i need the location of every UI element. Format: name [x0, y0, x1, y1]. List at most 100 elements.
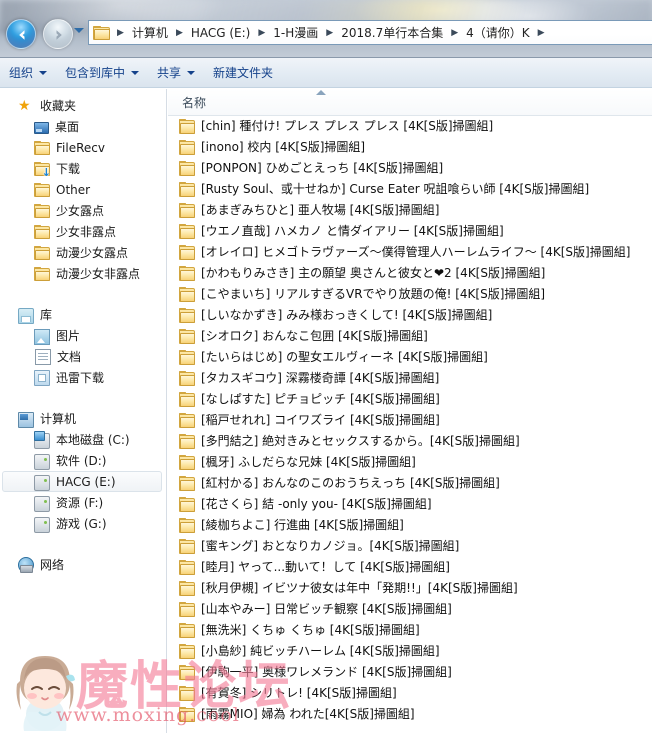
file-list-item[interactable]: [小島紗] 純ビッチハーレム [4K[S版]掃圖組] — [168, 641, 652, 662]
folder-icon — [179, 308, 195, 323]
file-list-item[interactable]: [あまぎみちひと] 亜人牧場 [4K[S版]掃圖組] — [168, 200, 652, 221]
navigation-pane[interactable]: ★ 收藏夹 桌面 FileRecv 下载 — [0, 89, 167, 733]
file-list-item[interactable]: [蜜キング] おとなりカノジョ。[4K[S版]掃圖組] — [168, 536, 652, 557]
file-list-item-label: [かわもりみさき] 主の願望 奥さんと彼女と❤2 [4K[S版]掃圖組] — [201, 266, 546, 280]
nav-item-other[interactable]: Other — [0, 179, 166, 200]
nav-section-libraries: 库 图片 文档 迅雷下载 — [0, 304, 166, 388]
file-list-item[interactable]: [しいなかずき] みみ様おっきくして! [4K[S版]掃圖組] — [168, 305, 652, 326]
file-list-item-label: [稲戸せれれ] コイワズライ [4K[S版]掃圖組] — [201, 413, 440, 427]
nav-root-computer[interactable]: 计算机 — [0, 408, 166, 429]
nav-item-drive-e[interactable]: HACG (E:) — [2, 471, 162, 492]
nav-item-desktop[interactable]: 桌面 — [0, 116, 166, 137]
file-list-item[interactable]: [たいらはじめ] の聖女エルヴィーネ [4K[S版]掃圖組] — [168, 347, 652, 368]
file-list-item[interactable]: [PONPON] ひめごとえっち [4K[S版]掃圖組] — [168, 158, 652, 179]
breadcrumb-item-drive[interactable]: HACG (E:) — [188, 22, 254, 43]
file-list-item[interactable]: [雨霧MIO] 婦為 われた[4K[S版]掃圖組] — [168, 704, 652, 725]
folder-icon — [179, 413, 195, 428]
file-list-item[interactable]: [紅村かる] おんなのこのおうちえっち [4K[S版]掃圖組] — [168, 473, 652, 494]
folder-icon — [34, 246, 50, 260]
nav-item-drive-f[interactable]: 资源 (F:) — [0, 492, 166, 513]
nav-item-dongman-loudian[interactable]: 动漫少女露点 — [0, 242, 166, 263]
breadcrumb-separator-last[interactable]: ▶ — [533, 28, 550, 38]
nav-item-dongman-feiloudian[interactable]: 动漫少女非露点 — [0, 263, 166, 284]
file-list-item[interactable]: [chin] 種付け! プレス プレス プレス [4K[S版]掃圖組] — [168, 116, 652, 137]
nav-item-documents[interactable]: 文档 — [0, 346, 166, 367]
nav-item-downloads[interactable]: 下载 — [0, 158, 166, 179]
organize-button[interactable]: 组织 — [0, 61, 56, 85]
file-list-item[interactable]: [楓牙] ふしだらな兄妹 [4K[S版]掃圖組] — [168, 452, 652, 473]
file-list-item[interactable]: [なしぱすた] ピチョピッチ [4K[S版]掃圖組] — [168, 389, 652, 410]
nav-item-drive-g-label: 游戏 (G:) — [56, 517, 107, 531]
folder-icon — [179, 329, 195, 344]
file-list-item[interactable]: [綾枷ちよこ] 行進曲 [4K[S版]掃圖組] — [168, 515, 652, 536]
file-list-pane[interactable]: 名称 [chin] 種付け! プレス プレス プレス [4K[S版]掃圖組] [i… — [168, 89, 652, 733]
file-list-item[interactable]: [無洗米] くちゅ くちゅ [4K[S版]掃圖組] — [168, 620, 652, 641]
breadcrumb-item-computer[interactable]: 计算机 — [129, 22, 171, 43]
file-list-item[interactable]: [秋月伊槻] イビツナ彼女は年中「発期!!」[4K[S版]掃圖組] — [168, 578, 652, 599]
file-list-item[interactable]: [シオロク] おんなこ包囲 [4K[S版]掃圖組] — [168, 326, 652, 347]
file-list-item[interactable]: [睦月] ヤって...動いて！して [4K[S版]掃圖組] — [168, 557, 652, 578]
back-button[interactable] — [6, 19, 36, 49]
folder-icon — [179, 350, 195, 365]
include-in-library-button[interactable]: 包含到库中 — [56, 61, 148, 85]
folder-icon — [179, 623, 195, 638]
nav-root-favorites[interactable]: ★ 收藏夹 — [0, 95, 166, 116]
nav-item-thunder-download[interactable]: 迅雷下载 — [0, 367, 166, 388]
file-list-item[interactable]: [稲戸せれれ] コイワズライ [4K[S版]掃圖組] — [168, 410, 652, 431]
nav-root-libraries[interactable]: 库 — [0, 304, 166, 325]
chevron-down-icon — [131, 70, 140, 75]
nav-section-favorites: ★ 收藏夹 桌面 FileRecv 下载 — [0, 95, 166, 284]
include-in-library-label: 包含到库中 — [65, 66, 126, 80]
share-button[interactable]: 共享 — [148, 61, 204, 85]
nav-item-filerecv[interactable]: FileRecv — [0, 137, 166, 158]
file-list-item[interactable]: [花さくら] 結 -only you- [4K[S版]掃圖組] — [168, 494, 652, 515]
file-list-item[interactable]: [Rusty Soul、或十せねか] Curse Eater 呪詛喰らい師 [4… — [168, 179, 652, 200]
column-header-name[interactable]: 名称 — [168, 94, 206, 111]
file-list-item-label: [オレイロ] ヒメゴトラヴァーズ～僕得管理人ハーレムライフ～ [4K[S版]掃圖… — [201, 245, 631, 259]
nav-item-pictures[interactable]: 图片 — [0, 325, 166, 346]
file-list-item[interactable]: [こやまいち] リアルすぎるVRでやり放題の俺! [4K[S版]掃圖組] — [168, 284, 652, 305]
file-list-item[interactable]: [かわもりみさき] 主の願望 奥さんと彼女と❤2 [4K[S版]掃圖組] — [168, 263, 652, 284]
folder-icon — [179, 497, 195, 512]
recent-locations-dropdown-icon[interactable] — [74, 28, 84, 33]
drive-icon — [34, 517, 50, 533]
file-list-item-label: [こやまいち] リアルすぎるVRでやり放題の俺! [4K[S版]掃圖組] — [201, 287, 546, 301]
breadcrumb-item-folder2[interactable]: 2018.7单行本合集 — [338, 22, 446, 43]
folder-icon — [179, 560, 195, 575]
breadcrumb-item-folder3[interactable]: 4（请你）K — [463, 22, 533, 43]
folder-icon — [179, 686, 195, 701]
folder-icon — [179, 266, 195, 281]
folder-icon — [179, 182, 195, 197]
nav-item-shaonv-feiloudian[interactable]: 少女非露点 — [0, 221, 166, 242]
nav-item-drive-g[interactable]: 游戏 (G:) — [0, 513, 166, 534]
file-list-item[interactable]: [多門結之] 絶対きみとセックスするから。[4K[S版]掃圖組] — [168, 431, 652, 452]
computer-icon — [18, 411, 34, 428]
file-list-item[interactable]: [inono] 校内 [4K[S版]掃圖組] — [168, 137, 652, 158]
new-folder-button[interactable]: 新建文件夹 — [204, 61, 282, 85]
file-list-item[interactable]: [タカスギコウ] 深霧楼奇譚 [4K[S版]掃圖組] — [168, 368, 652, 389]
breadcrumb-item-folder1[interactable]: 1-H漫画 — [270, 22, 321, 43]
file-list-item-label: [タカスギコウ] 深霧楼奇譚 [4K[S版]掃圖組] — [201, 371, 440, 385]
nav-item-shaonv-loudian[interactable]: 少女露点 — [0, 200, 166, 221]
nav-item-drive-f-label: 资源 (F:) — [56, 496, 104, 510]
folder-icon — [179, 602, 195, 617]
folder-icon — [179, 371, 195, 386]
folder-icon — [34, 141, 50, 155]
navigation-buttons — [6, 19, 78, 49]
file-list-item[interactable]: [伊駒一平] 奥様ワレメランド [4K[S版]掃圖組] — [168, 662, 652, 683]
file-list-item[interactable]: [有賀冬] シリトレ! [4K[S版]掃圖組] — [168, 683, 652, 704]
nav-item-filerecv-label: FileRecv — [56, 140, 105, 155]
file-list-item[interactable]: [オレイロ] ヒメゴトラヴァーズ～僕得管理人ハーレムライフ～ [4K[S版]掃圖… — [168, 242, 652, 263]
nav-item-drive-d[interactable]: 软件 (D:) — [0, 450, 166, 471]
file-list-item[interactable]: [山本やみー] 日常ビッチ観察 [4K[S版]掃圖組] — [168, 599, 652, 620]
forward-button[interactable] — [43, 19, 73, 49]
file-list-item-label: [あまぎみちひと] 亜人牧場 [4K[S版]掃圖組] — [201, 203, 440, 217]
file-list-item[interactable]: [ウエノ直哉] ハメカノ と情ダイアリー [4K[S版]掃圖組] — [168, 221, 652, 242]
folder-icon — [179, 518, 195, 533]
nav-item-drive-c[interactable]: 本地磁盘 (C:) — [0, 429, 166, 450]
address-bar[interactable]: ▶ 计算机 ▶ HACG (E:) ▶ 1-H漫画 ▶ 2018.7单行本合集 … — [88, 20, 652, 45]
nav-root-network[interactable]: 网络 — [0, 554, 166, 575]
share-label: 共享 — [157, 66, 182, 80]
